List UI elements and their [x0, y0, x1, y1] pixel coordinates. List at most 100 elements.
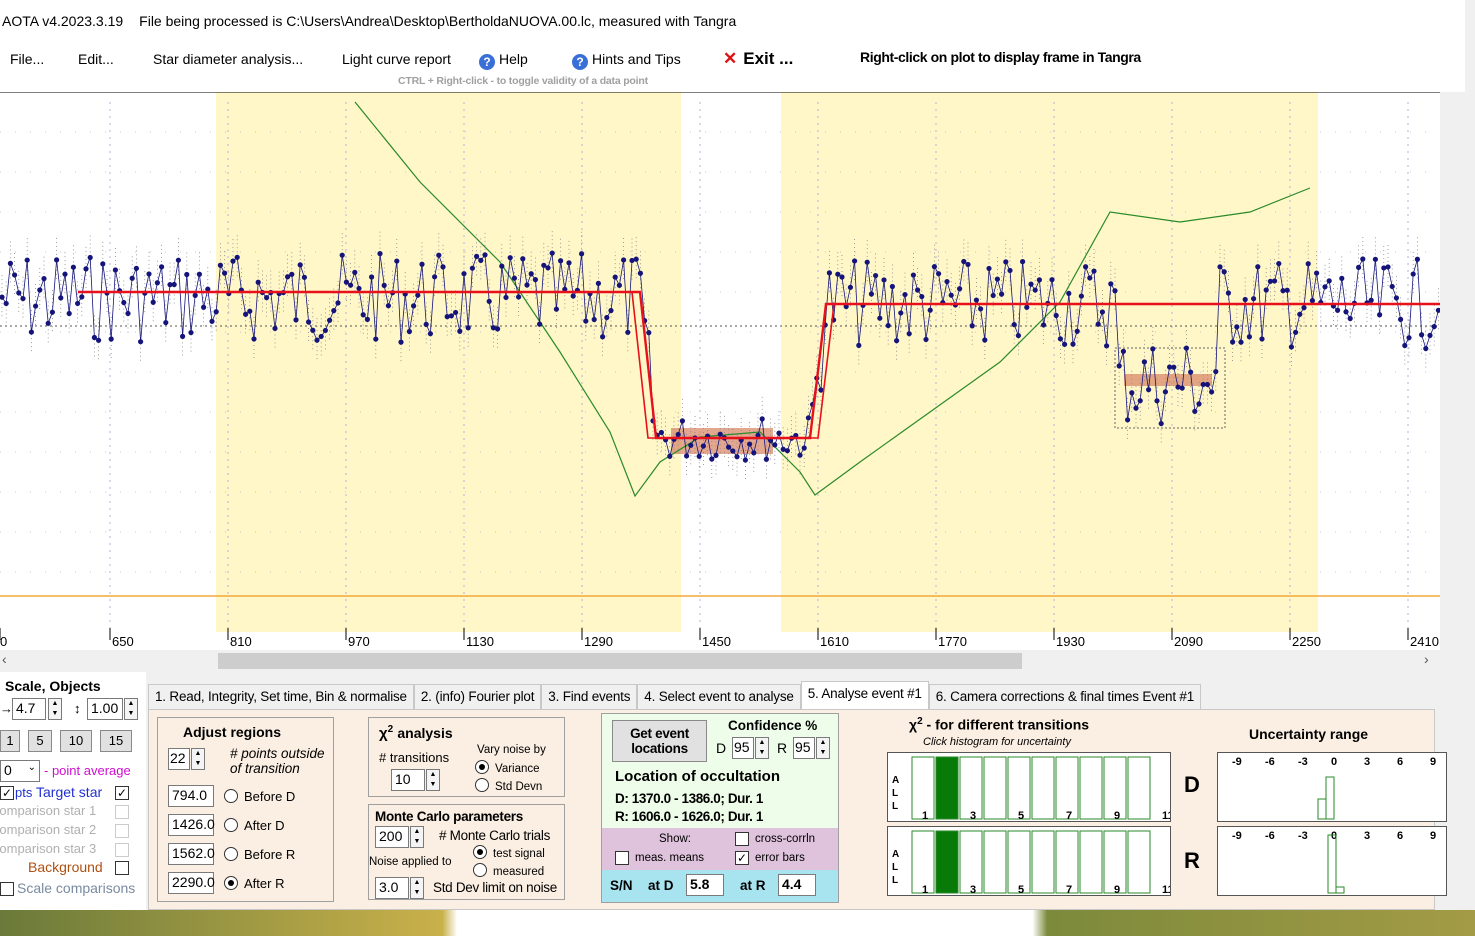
after-r-field[interactable]: 2290.0 [168, 872, 215, 894]
scroll-left-icon[interactable]: ‹ [2, 651, 7, 667]
points-outside-spinner[interactable]: ▲ ▼ [191, 748, 205, 770]
points-outside-field[interactable]: 22 [168, 748, 190, 770]
transition-number: 5 [1018, 884, 1024, 896]
transitions-histogram-d[interactable]: ALL1357911 [887, 752, 1171, 822]
confidence-r-spinner[interactable]: ▲ ▼ [816, 737, 830, 759]
all-letter: L [892, 875, 898, 886]
error-bars-checkbox[interactable]: ✓ [735, 851, 749, 865]
uncertainty-d-label: D [1184, 772, 1200, 797]
help-icon: ? [479, 54, 495, 70]
menu-exit[interactable]: ✕ Exit ... [723, 49, 793, 69]
data-point [436, 252, 442, 258]
uncertainty-tick: 6 [1397, 756, 1403, 768]
before-d-field[interactable]: 794.0 [168, 785, 214, 807]
comp-star-3-checkbox[interactable] [115, 843, 129, 857]
confidence-r-field[interactable]: 95 [793, 737, 815, 759]
uncertainty-histogram-r[interactable]: -9 -6 -3 0 3 6 9 [1217, 826, 1447, 896]
before-r-radio[interactable]: Before R [224, 847, 295, 862]
comp-star-2-checkbox[interactable] [115, 824, 129, 838]
uncertainty-tick: 0 [1331, 756, 1337, 768]
measured-radio[interactable]: measured [473, 863, 544, 878]
noise-limit-label: Std Dev limit on noise [433, 880, 557, 895]
tab-analyse-event[interactable]: 5. Analyse event #1 [800, 681, 929, 710]
analyse-event-panel: Adjust regions 22 ▲ ▼ # points outside of… [148, 709, 1447, 910]
monte-carlo-title: Monte Carlo parameters [375, 809, 523, 824]
target-star-checkbox[interactable]: ✓ [115, 786, 129, 800]
x-tick-label: 2410 [1410, 634, 1439, 649]
error-bars-label: error bars [755, 852, 805, 864]
after-r-radio[interactable]: After R [224, 876, 284, 891]
menu-edit[interactable]: Edit... [78, 51, 114, 67]
scrollbar-thumb[interactable] [218, 653, 1022, 669]
transition-number: 3 [970, 884, 976, 896]
tab-read-integrity[interactable]: 1. Read, Integrity, Set time, Bin & norm… [148, 684, 414, 710]
menu-hints[interactable]: ? Hints and Tips [572, 51, 681, 70]
x-tick-label: 2250 [1292, 634, 1321, 649]
transitions-histogram-r[interactable]: ALL1357911 [887, 826, 1171, 896]
uncertainty-tick: 3 [1364, 756, 1370, 768]
data-point [310, 327, 316, 333]
uncertainty-title: Uncertainty range [1249, 726, 1369, 742]
zoom-10-button[interactable]: 10 [60, 730, 92, 752]
chi-symbol: χ [379, 725, 388, 742]
pts-checkbox[interactable]: ✓ [0, 786, 14, 800]
y-scale-field[interactable]: 1.00 [87, 698, 123, 720]
uncertainty-histogram-d[interactable]: -9 -6 -3 0 3 6 9 [1217, 752, 1447, 822]
monte-carlo-trials-field[interactable]: 200 [375, 826, 409, 848]
y-scale-spinner[interactable]: ▲ ▼ [124, 698, 138, 720]
light-curve-plot[interactable]: 0 650 810 970 1130 1290 1450 1610 1770 1930 2090 22… [0, 92, 1440, 650]
tab-camera-corrections[interactable]: 6. Camera corrections & final times Even… [928, 684, 1202, 710]
plot-scrollbar[interactable]: ‹ › [0, 651, 1440, 671]
noise-limit-spinner[interactable]: ▲ ▼ [410, 877, 424, 899]
transition-number: 9 [1114, 810, 1120, 822]
x-scale-field[interactable]: 4.7 [12, 698, 46, 720]
confidence-d-field[interactable]: 95 [732, 737, 754, 759]
x-tick-label: 1770 [938, 634, 967, 649]
transitions-spinner[interactable]: ▲ ▼ [426, 769, 440, 791]
menu-star-diameter[interactable]: Star diameter analysis... [153, 51, 303, 67]
data-point [1028, 281, 1034, 287]
before-d-label: Before D [244, 789, 296, 804]
menu-light-curve-report[interactable]: Light curve report [342, 51, 451, 67]
before-r-field[interactable]: 1562.0 [168, 843, 215, 865]
zoom-15-button[interactable]: 15 [100, 730, 132, 752]
test-signal-radio[interactable]: test signal [473, 845, 545, 860]
sn-at-r-value: 4.4 [778, 874, 816, 896]
comp-star-1-checkbox[interactable] [115, 805, 129, 819]
cross-corr-checkbox[interactable] [735, 832, 749, 846]
uncertainty-tick: -9 [1232, 756, 1242, 768]
variance-radio[interactable]: Variance [475, 760, 540, 775]
x-tick-label: 1130 [466, 634, 494, 649]
background-checkbox[interactable] [115, 861, 129, 875]
menu-help[interactable]: ? Help [479, 51, 528, 70]
variance-label: Variance [495, 763, 540, 775]
uncertainty-bar [1317, 798, 1327, 820]
data-point [994, 276, 1001, 282]
uncertainty-bar [1327, 834, 1337, 894]
after-r-label: After R [244, 876, 285, 891]
monte-carlo-trials-spinner[interactable]: ▲ ▼ [410, 826, 424, 848]
menu-file[interactable]: File... [10, 51, 44, 67]
x-tick-label: 970 [348, 634, 370, 649]
noise-limit-field[interactable]: 3.0 [375, 877, 409, 899]
zoom-1-button[interactable]: 1 [0, 730, 20, 752]
scroll-right-icon[interactable]: › [1424, 651, 1429, 667]
confidence-r-label: R [777, 740, 788, 756]
transitions-field[interactable]: 10 [391, 769, 425, 791]
before-d-radio[interactable]: Before D [224, 789, 295, 804]
after-d-field[interactable]: 1426.0 [168, 814, 215, 836]
meas-means-checkbox[interactable] [615, 851, 629, 865]
zoom-5-button[interactable]: 5 [28, 730, 52, 752]
tab-fourier-plot[interactable]: 2. (info) Fourier plot [413, 684, 542, 710]
tab-select-event[interactable]: 4. Select event to analyse [637, 684, 801, 710]
get-event-locations-button[interactable]: Get event locations [612, 720, 707, 762]
tab-find-events[interactable]: 3. Find events [541, 684, 638, 710]
transitions-title-text: - for different transitions [926, 716, 1090, 733]
scale-comparisons-checkbox[interactable] [0, 882, 14, 896]
monte-carlo-trials-label: # Monte Carlo trials [439, 828, 551, 843]
after-d-radio[interactable]: After D [224, 818, 284, 833]
confidence-d-spinner[interactable]: ▲ ▼ [755, 737, 769, 759]
x-scale-spinner[interactable]: ▲ ▼ [48, 698, 62, 720]
std-devn-radio[interactable]: Std Devn [475, 778, 542, 793]
point-average-select[interactable]: 0 ⌄ [0, 760, 40, 782]
